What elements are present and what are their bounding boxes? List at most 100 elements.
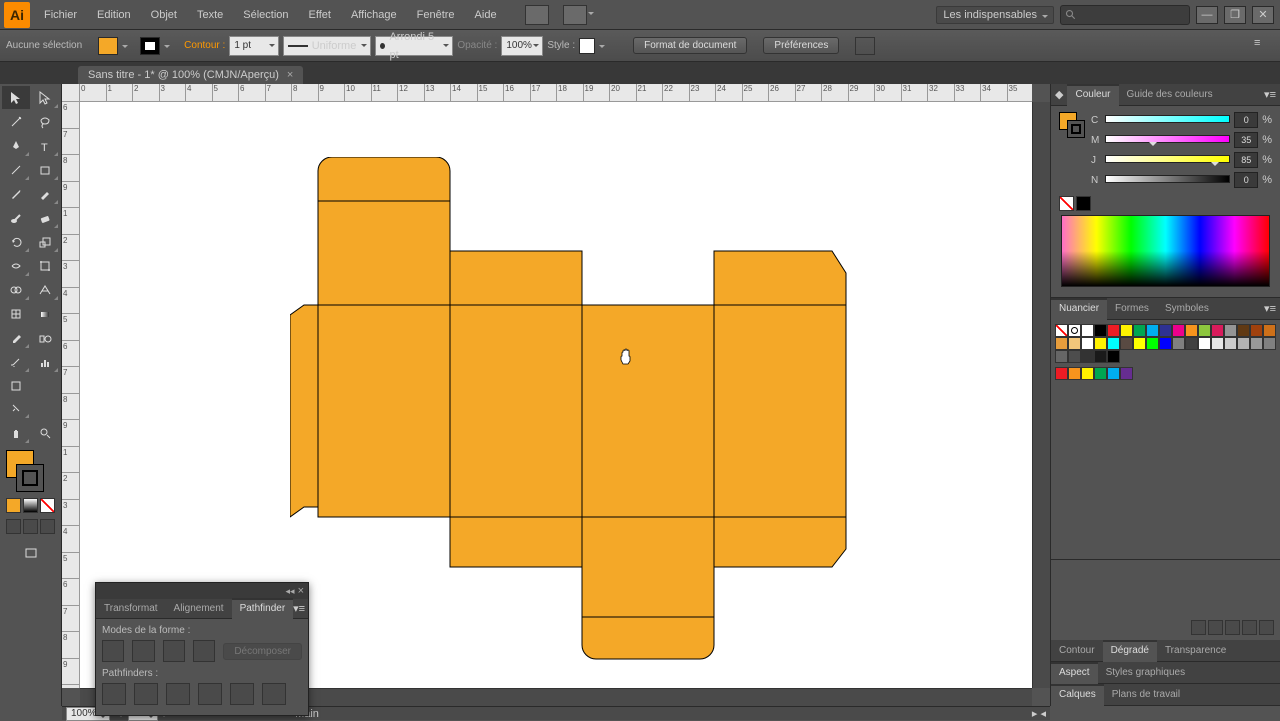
gradient-mode-icon[interactable] — [23, 498, 38, 513]
menu-help[interactable]: Aide — [465, 0, 507, 30]
blob-brush-tool[interactable] — [2, 206, 30, 229]
swatch[interactable] — [1133, 324, 1146, 337]
new-swatch-icon[interactable] — [1242, 620, 1257, 635]
pen-tool[interactable] — [2, 134, 30, 157]
swatch[interactable] — [1172, 324, 1185, 337]
preferences-button[interactable]: Préférences — [763, 37, 839, 54]
swatches-grid[interactable] — [1053, 322, 1278, 382]
tab-transform[interactable]: Transformat — [96, 598, 166, 620]
swatch[interactable] — [1159, 324, 1172, 337]
tab-pathfinder[interactable]: Pathfinder — [232, 598, 294, 620]
mesh-tool[interactable] — [2, 302, 30, 325]
tab-gradient[interactable]: Dégradé — [1103, 640, 1157, 662]
ruler-horizontal[interactable]: 0123456789101112131415161718192021222324… — [80, 84, 1032, 102]
artboard-tool[interactable] — [2, 375, 30, 397]
brush-tool[interactable] — [2, 182, 30, 205]
close-panel-icon[interactable]: × — [298, 585, 304, 597]
panel-menu-icon[interactable]: ▾≡ — [293, 602, 309, 615]
swatch[interactable] — [1120, 337, 1133, 350]
chevron-down-icon[interactable] — [122, 45, 128, 51]
close-tab-icon[interactable]: × — [287, 69, 293, 81]
yellow-value[interactable]: 85 — [1234, 152, 1258, 168]
menu-edit[interactable]: Edition — [87, 0, 141, 30]
blend-tool[interactable] — [31, 326, 59, 349]
swatch[interactable] — [1172, 337, 1185, 350]
perspective-grid-tool[interactable] — [31, 278, 59, 301]
stroke-profile-dropdown[interactable]: Uniforme — [283, 36, 371, 56]
tab-transparency[interactable]: Transparence — [1157, 640, 1234, 662]
tab-artboards[interactable]: Plans de travail — [1104, 684, 1188, 706]
rotate-tool[interactable] — [2, 230, 30, 253]
rectangle-tool[interactable] — [31, 158, 59, 181]
doc-setup-button[interactable]: Format de document — [633, 37, 747, 54]
bw-swatch[interactable] — [1076, 196, 1091, 211]
magic-wand-tool[interactable] — [2, 110, 30, 133]
tab-appearance[interactable]: Aspect — [1051, 662, 1098, 684]
swatch[interactable] — [1081, 324, 1094, 337]
column-graph-tool[interactable] — [31, 350, 59, 373]
document-tab[interactable]: Sans titre - 1* @ 100% (CMJN/Aperçu) × — [78, 66, 303, 84]
swatch[interactable] — [1120, 324, 1133, 337]
chevron-down-icon[interactable] — [164, 45, 170, 51]
symbol-sprayer-tool[interactable] — [2, 350, 30, 373]
contour-label[interactable]: Contour : — [184, 40, 225, 51]
swatch[interactable] — [1107, 324, 1120, 337]
bridge-icon[interactable] — [525, 5, 549, 25]
minimize-button[interactable]: — — [1196, 6, 1218, 24]
gradient-tool[interactable] — [31, 302, 59, 325]
width-tool[interactable] — [2, 254, 30, 277]
workspace-switcher[interactable]: Les indispensables — [936, 6, 1054, 24]
tab-graphic-styles[interactable]: Styles graphiques — [1098, 662, 1194, 684]
magenta-value[interactable]: 35 — [1234, 132, 1258, 148]
tab-brushes[interactable]: Formes — [1107, 298, 1157, 320]
brush-dropdown[interactable]: Arrondi 5 pt — [375, 36, 453, 56]
pathfinder-panel[interactable]: ◂◂ × Transformat Alignement Pathfinder ▾… — [95, 582, 309, 716]
selection-tool[interactable] — [2, 86, 30, 109]
stroke-proxy[interactable] — [1067, 120, 1085, 138]
packaging-die-shape[interactable] — [290, 157, 860, 677]
swatch[interactable] — [1081, 337, 1094, 350]
panel-menu-icon[interactable]: ≡ — [1254, 37, 1274, 55]
cyan-value[interactable]: 0 — [1234, 112, 1258, 128]
color-spectrum[interactable] — [1061, 215, 1270, 287]
black-value[interactable]: 0 — [1234, 172, 1258, 188]
swatch[interactable] — [1055, 337, 1068, 350]
screen-mode-icon[interactable] — [17, 542, 45, 564]
new-group-icon[interactable] — [1225, 620, 1240, 635]
fill-swatch[interactable] — [98, 37, 118, 55]
swatch[interactable] — [1159, 337, 1172, 350]
trim-button[interactable] — [134, 683, 158, 705]
panel-menu-icon[interactable]: ▾≡ — [1264, 88, 1280, 101]
drawing-mode-normal[interactable] — [6, 519, 21, 534]
swatch-libraries-icon[interactable] — [1191, 620, 1206, 635]
tab-layers[interactable]: Calques — [1051, 684, 1104, 706]
unite-button[interactable] — [102, 640, 124, 662]
minus-front-button[interactable] — [132, 640, 154, 662]
stroke-weight-dropdown[interactable]: 1 pt — [229, 36, 279, 56]
style-swatch[interactable] — [579, 38, 595, 54]
zoom-tool[interactable] — [31, 421, 59, 444]
line-tool[interactable] — [2, 158, 30, 181]
maximize-button[interactable]: ❐ — [1224, 6, 1246, 24]
menu-object[interactable]: Objet — [141, 0, 187, 30]
hand-tool[interactable] — [2, 421, 30, 444]
color-mode-icon[interactable] — [6, 498, 21, 513]
none-mode-icon[interactable] — [40, 498, 55, 513]
tab-align[interactable]: Alignement — [166, 598, 232, 620]
align-icon[interactable] — [855, 37, 875, 55]
outline-button[interactable] — [230, 683, 254, 705]
eraser-tool[interactable] — [31, 206, 59, 229]
tab-color[interactable]: Couleur — [1067, 84, 1118, 106]
divide-button[interactable] — [102, 683, 126, 705]
swatch[interactable] — [1146, 337, 1159, 350]
swatch[interactable] — [1133, 337, 1146, 350]
swatch[interactable] — [1107, 337, 1120, 350]
drawing-mode-behind[interactable] — [23, 519, 38, 534]
opacity-dropdown[interactable]: 100% — [501, 36, 543, 56]
menu-selection[interactable]: Sélection — [233, 0, 298, 30]
intersect-button[interactable] — [163, 640, 185, 662]
direct-selection-tool[interactable] — [31, 86, 59, 109]
menu-effect[interactable]: Effet — [299, 0, 341, 30]
search-input[interactable] — [1060, 5, 1190, 25]
swatch[interactable] — [1185, 337, 1198, 350]
